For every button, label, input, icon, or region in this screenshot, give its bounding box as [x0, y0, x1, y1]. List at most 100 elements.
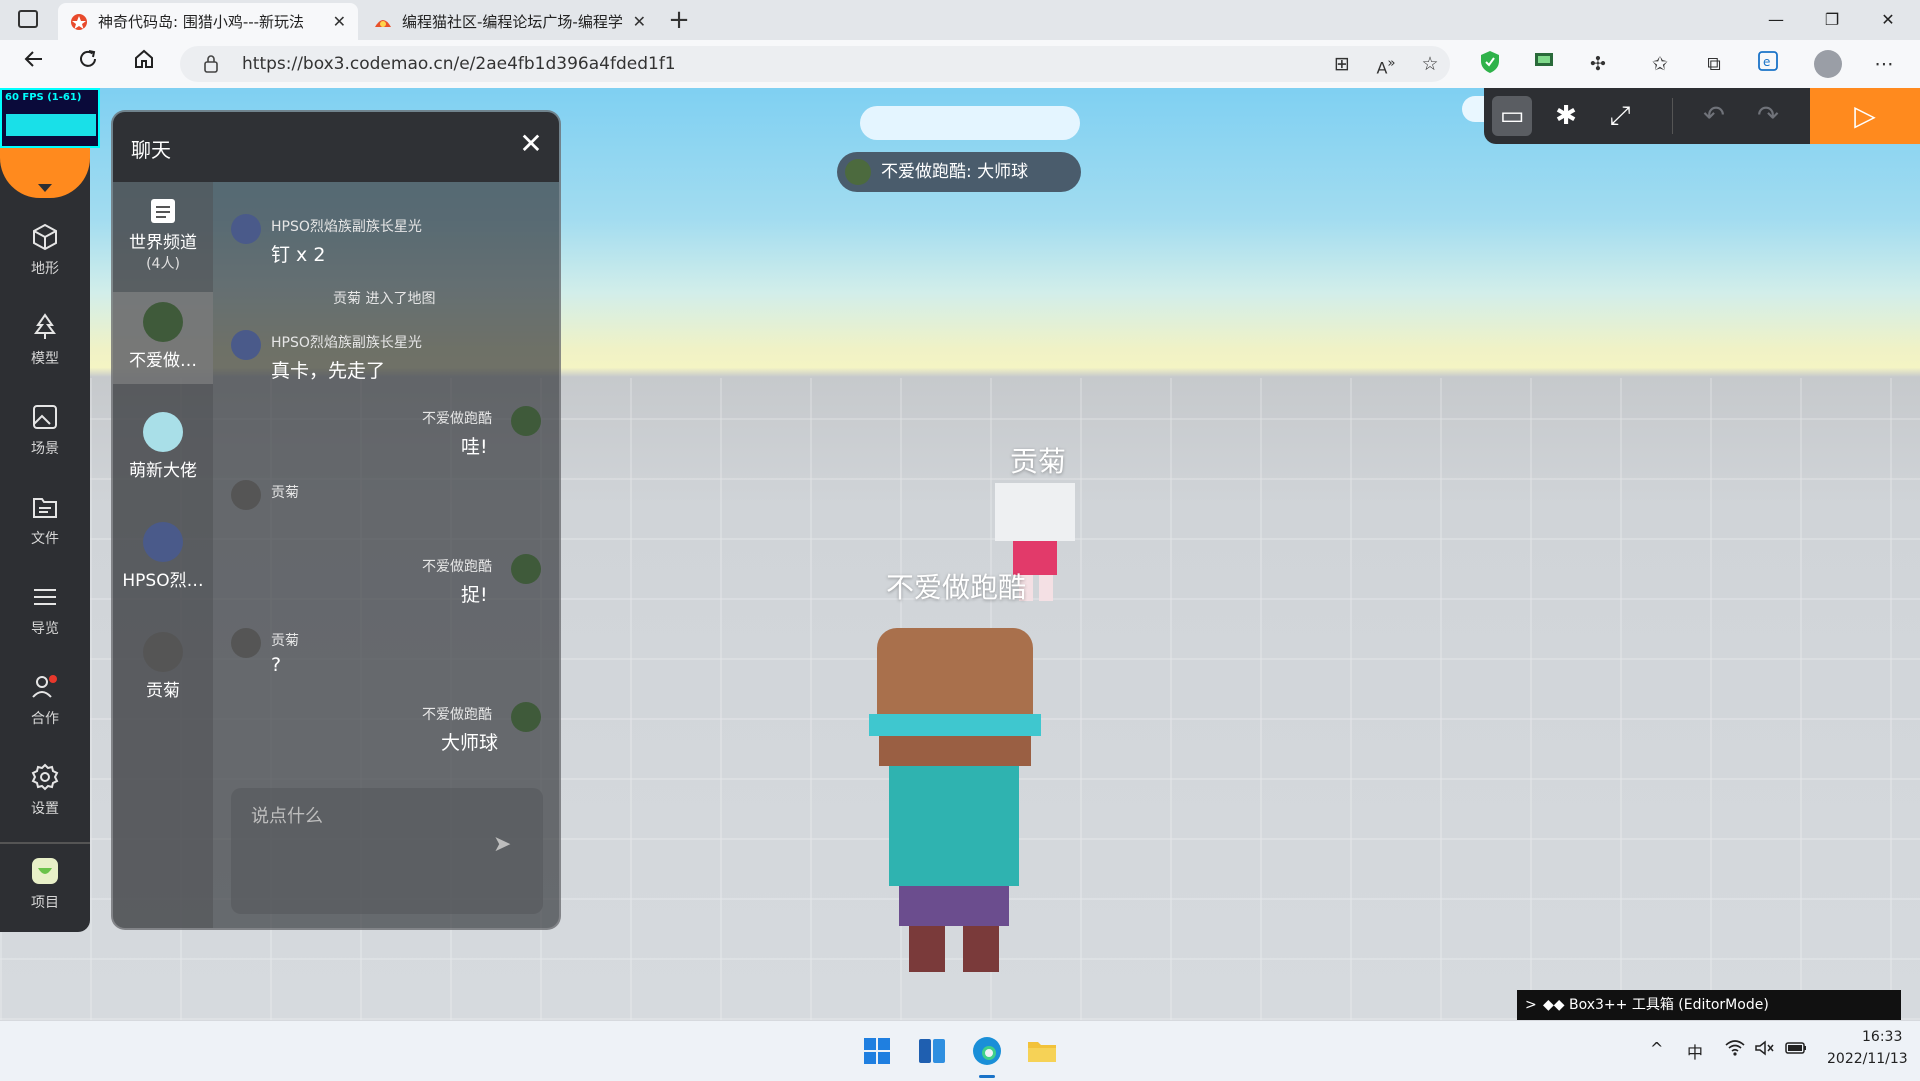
battery-icon[interactable] [1784, 1039, 1808, 1061]
channel-user[interactable]: 贡菊 [113, 622, 213, 714]
resize-icon: ⤢ [1609, 101, 1631, 131]
chat-panel: 聊天 ✕ 世界频道 (4人) 不爱做… 萌新大佬 HPSO烈… 贡菊 HPSO烈 [111, 110, 561, 930]
character-hat [877, 628, 1033, 720]
refresh-icon [80, 50, 96, 67]
minimize-button[interactable]: — [1748, 0, 1804, 40]
new-tab-button[interactable]: + [662, 4, 696, 38]
sidebar-item-file[interactable]: 文件 [0, 492, 90, 572]
ie-mode-icon[interactable]: e [1754, 50, 1782, 78]
send-icon[interactable]: ➤ [493, 832, 511, 857]
message-sender: HPSO烈焰族副族长星光 [271, 219, 422, 235]
toolbar-divider [1672, 98, 1673, 134]
refresh-button[interactable] [72, 48, 104, 80]
message-sender: HPSO烈焰族副族长星光 [271, 335, 422, 351]
chat-input-placeholder: 说点什么 [251, 806, 323, 827]
chat-channel-list: 世界频道 (4人) 不爱做… 萌新大佬 HPSO烈… 贡菊 [113, 182, 213, 928]
tab-codemao-community[interactable]: 编程猫社区-编程论坛广场-编程学 ✕ [362, 3, 658, 40]
back-button[interactable] [18, 48, 50, 80]
edge-icon [973, 1037, 1001, 1065]
favorites-icon[interactable]: ✩ [1646, 50, 1674, 78]
sidebar-item-guide[interactable]: 导览 [0, 582, 90, 662]
tray-overflow-icon[interactable]: ^ [1650, 1039, 1663, 1058]
player-name-tag: 贡菊 [1010, 445, 1067, 478]
clock-time[interactable]: 16:33 [1862, 1029, 1902, 1045]
ime-indicator[interactable]: 中 [1687, 1039, 1703, 1063]
file-explorer-button[interactable] [1022, 1031, 1062, 1071]
tab-close-icon[interactable]: ✕ [333, 12, 346, 31]
window-close-button[interactable]: ✕ [1860, 0, 1916, 40]
tab-close-icon[interactable]: ✕ [633, 12, 646, 31]
collections-icon[interactable]: ⧉ [1700, 50, 1728, 78]
read-aloud-icon[interactable]: A» [1372, 50, 1400, 78]
debug-button[interactable]: ✱ [1546, 96, 1586, 136]
message-text: 哇! [461, 436, 488, 458]
browser-tab-bar: 神奇代码岛: 围猎小鸡---新玩法 ✕ 编程猫社区-编程论坛广场-编程学 ✕ +… [0, 0, 1920, 40]
widgets-button[interactable] [912, 1031, 952, 1071]
undo-button[interactable]: ↶ [1694, 96, 1734, 136]
clock-date[interactable]: 2022/11/13 [1827, 1051, 1908, 1067]
windows-icon [864, 1038, 890, 1064]
extensions-icon[interactable]: ✣ [1584, 50, 1612, 78]
sidebar-item-project[interactable]: 项目 [0, 856, 90, 936]
codemao-community-icon [374, 13, 392, 31]
channel-user[interactable]: 萌新大佬 [113, 402, 213, 494]
chat-input[interactable]: 说点什么 ➤ [231, 788, 543, 914]
play-button[interactable]: ▷ [1810, 88, 1920, 144]
shield-extension-icon[interactable] [1476, 50, 1504, 78]
app-available-icon[interactable]: ⊞ [1328, 50, 1356, 78]
system-message: 贡菊 进入了地图 [333, 291, 436, 307]
tab-codemao-island[interactable]: 神奇代码岛: 围猎小鸡---新玩法 ✕ [58, 3, 358, 40]
profile-avatar[interactable] [1814, 50, 1842, 78]
taskbar: ^ 中 16:33 2022/11/13 [0, 1020, 1920, 1081]
sidebar-item-collab[interactable]: 合作 [0, 672, 90, 752]
restore-button[interactable]: ❐ [1804, 0, 1860, 40]
undo-icon: ↶ [1703, 101, 1725, 131]
chevron-right-icon: > [1525, 997, 1537, 1013]
tab-label: 神奇代码岛: 围猎小鸡---新玩法 [98, 13, 305, 31]
chat-title: 聊天 [131, 138, 171, 162]
image-icon [0, 402, 90, 438]
sidebar-item-model[interactable]: 模型 [0, 312, 90, 392]
start-button[interactable] [857, 1031, 897, 1071]
message-text: 真卡，先走了 [271, 360, 386, 382]
chat-icon: ▭ [1499, 101, 1525, 131]
channel-user[interactable]: 不爱做… [113, 292, 213, 384]
avatar [231, 480, 261, 510]
svg-text:e: e [1763, 55, 1770, 69]
sidebar-item-terrain[interactable]: 地形 [0, 222, 90, 302]
player-character-near[interactable] [865, 628, 1045, 988]
channel-user[interactable]: HPSO烈… [113, 512, 213, 604]
speech-badge-text: 不爱做跑酷: 大师球 [881, 162, 1029, 182]
tab-actions-icon[interactable] [18, 10, 38, 28]
avatar [143, 412, 183, 452]
monitor-extension-icon[interactable] [1530, 50, 1558, 78]
sidebar-item-settings[interactable]: 设置 [0, 762, 90, 842]
browser-toolbar: https://box3.codemao.cn/e/2ae4fb1d396a4f… [0, 40, 1920, 89]
fps-meter: 60 FPS (1-61) [0, 88, 100, 148]
message-text: 捉! [461, 584, 488, 606]
fps-label: 60 FPS (1-61) [5, 92, 82, 103]
widgets-icon [919, 1039, 945, 1063]
message-sender: 不爱做跑酷 [422, 707, 492, 723]
home-button[interactable] [128, 48, 160, 80]
address-bar[interactable]: https://box3.codemao.cn/e/2ae4fb1d396a4f… [180, 46, 1450, 82]
avatar [845, 159, 871, 185]
chat-close-button[interactable]: ✕ [511, 124, 551, 164]
fullscreen-button[interactable]: ⤢ [1600, 96, 1640, 136]
volume-muted-icon[interactable] [1754, 1039, 1776, 1061]
wifi-icon[interactable] [1724, 1039, 1746, 1061]
chevron-down-icon [38, 184, 52, 192]
avatar [143, 302, 183, 342]
edge-button[interactable] [967, 1031, 1007, 1071]
lock-icon [202, 54, 220, 78]
sidebar-item-scene[interactable]: 场景 [0, 402, 90, 482]
redo-button[interactable]: ↷ [1748, 96, 1788, 136]
chat-toggle-button[interactable]: ▭ [1492, 96, 1532, 136]
character-backpack [889, 766, 1019, 886]
more-menu-icon[interactable]: ⋯ [1870, 50, 1898, 78]
folder-icon [1028, 1042, 1056, 1062]
channel-world[interactable]: 世界频道 (4人) [113, 182, 213, 292]
box3-toolbox-bar[interactable]: > ◆◆ Box3++ 工具箱 (EditorMode) [1517, 990, 1901, 1020]
add-favorite-icon[interactable]: ☆ [1416, 50, 1444, 78]
avatar [511, 702, 541, 732]
